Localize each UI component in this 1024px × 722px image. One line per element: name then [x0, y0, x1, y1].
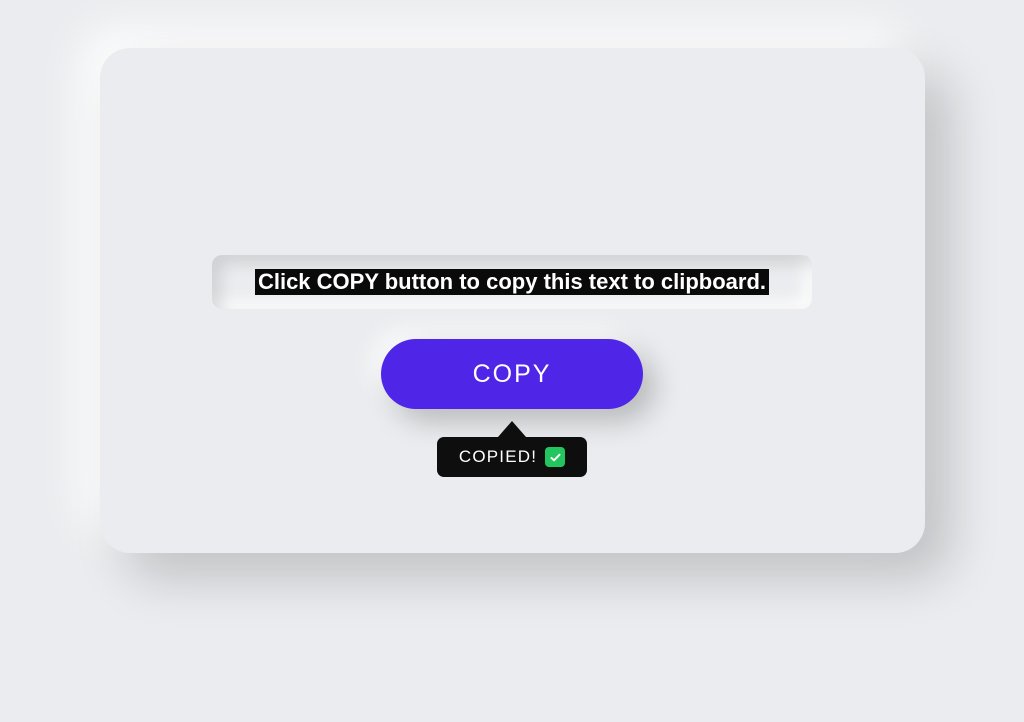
- clipboard-source-well[interactable]: Click COPY button to copy this text to c…: [212, 255, 812, 309]
- tooltip-arrow-icon: [498, 421, 526, 437]
- tooltip-label: COPIED!: [459, 447, 537, 467]
- checkmark-icon: [545, 447, 565, 467]
- clipboard-source-text: Click COPY button to copy this text to c…: [255, 269, 769, 295]
- copy-button[interactable]: COPY: [381, 339, 643, 409]
- copied-tooltip: COPIED!: [437, 421, 587, 477]
- card-container: Click COPY button to copy this text to c…: [100, 48, 925, 553]
- copy-button-label: COPY: [473, 360, 552, 389]
- tooltip-box: COPIED!: [437, 437, 587, 477]
